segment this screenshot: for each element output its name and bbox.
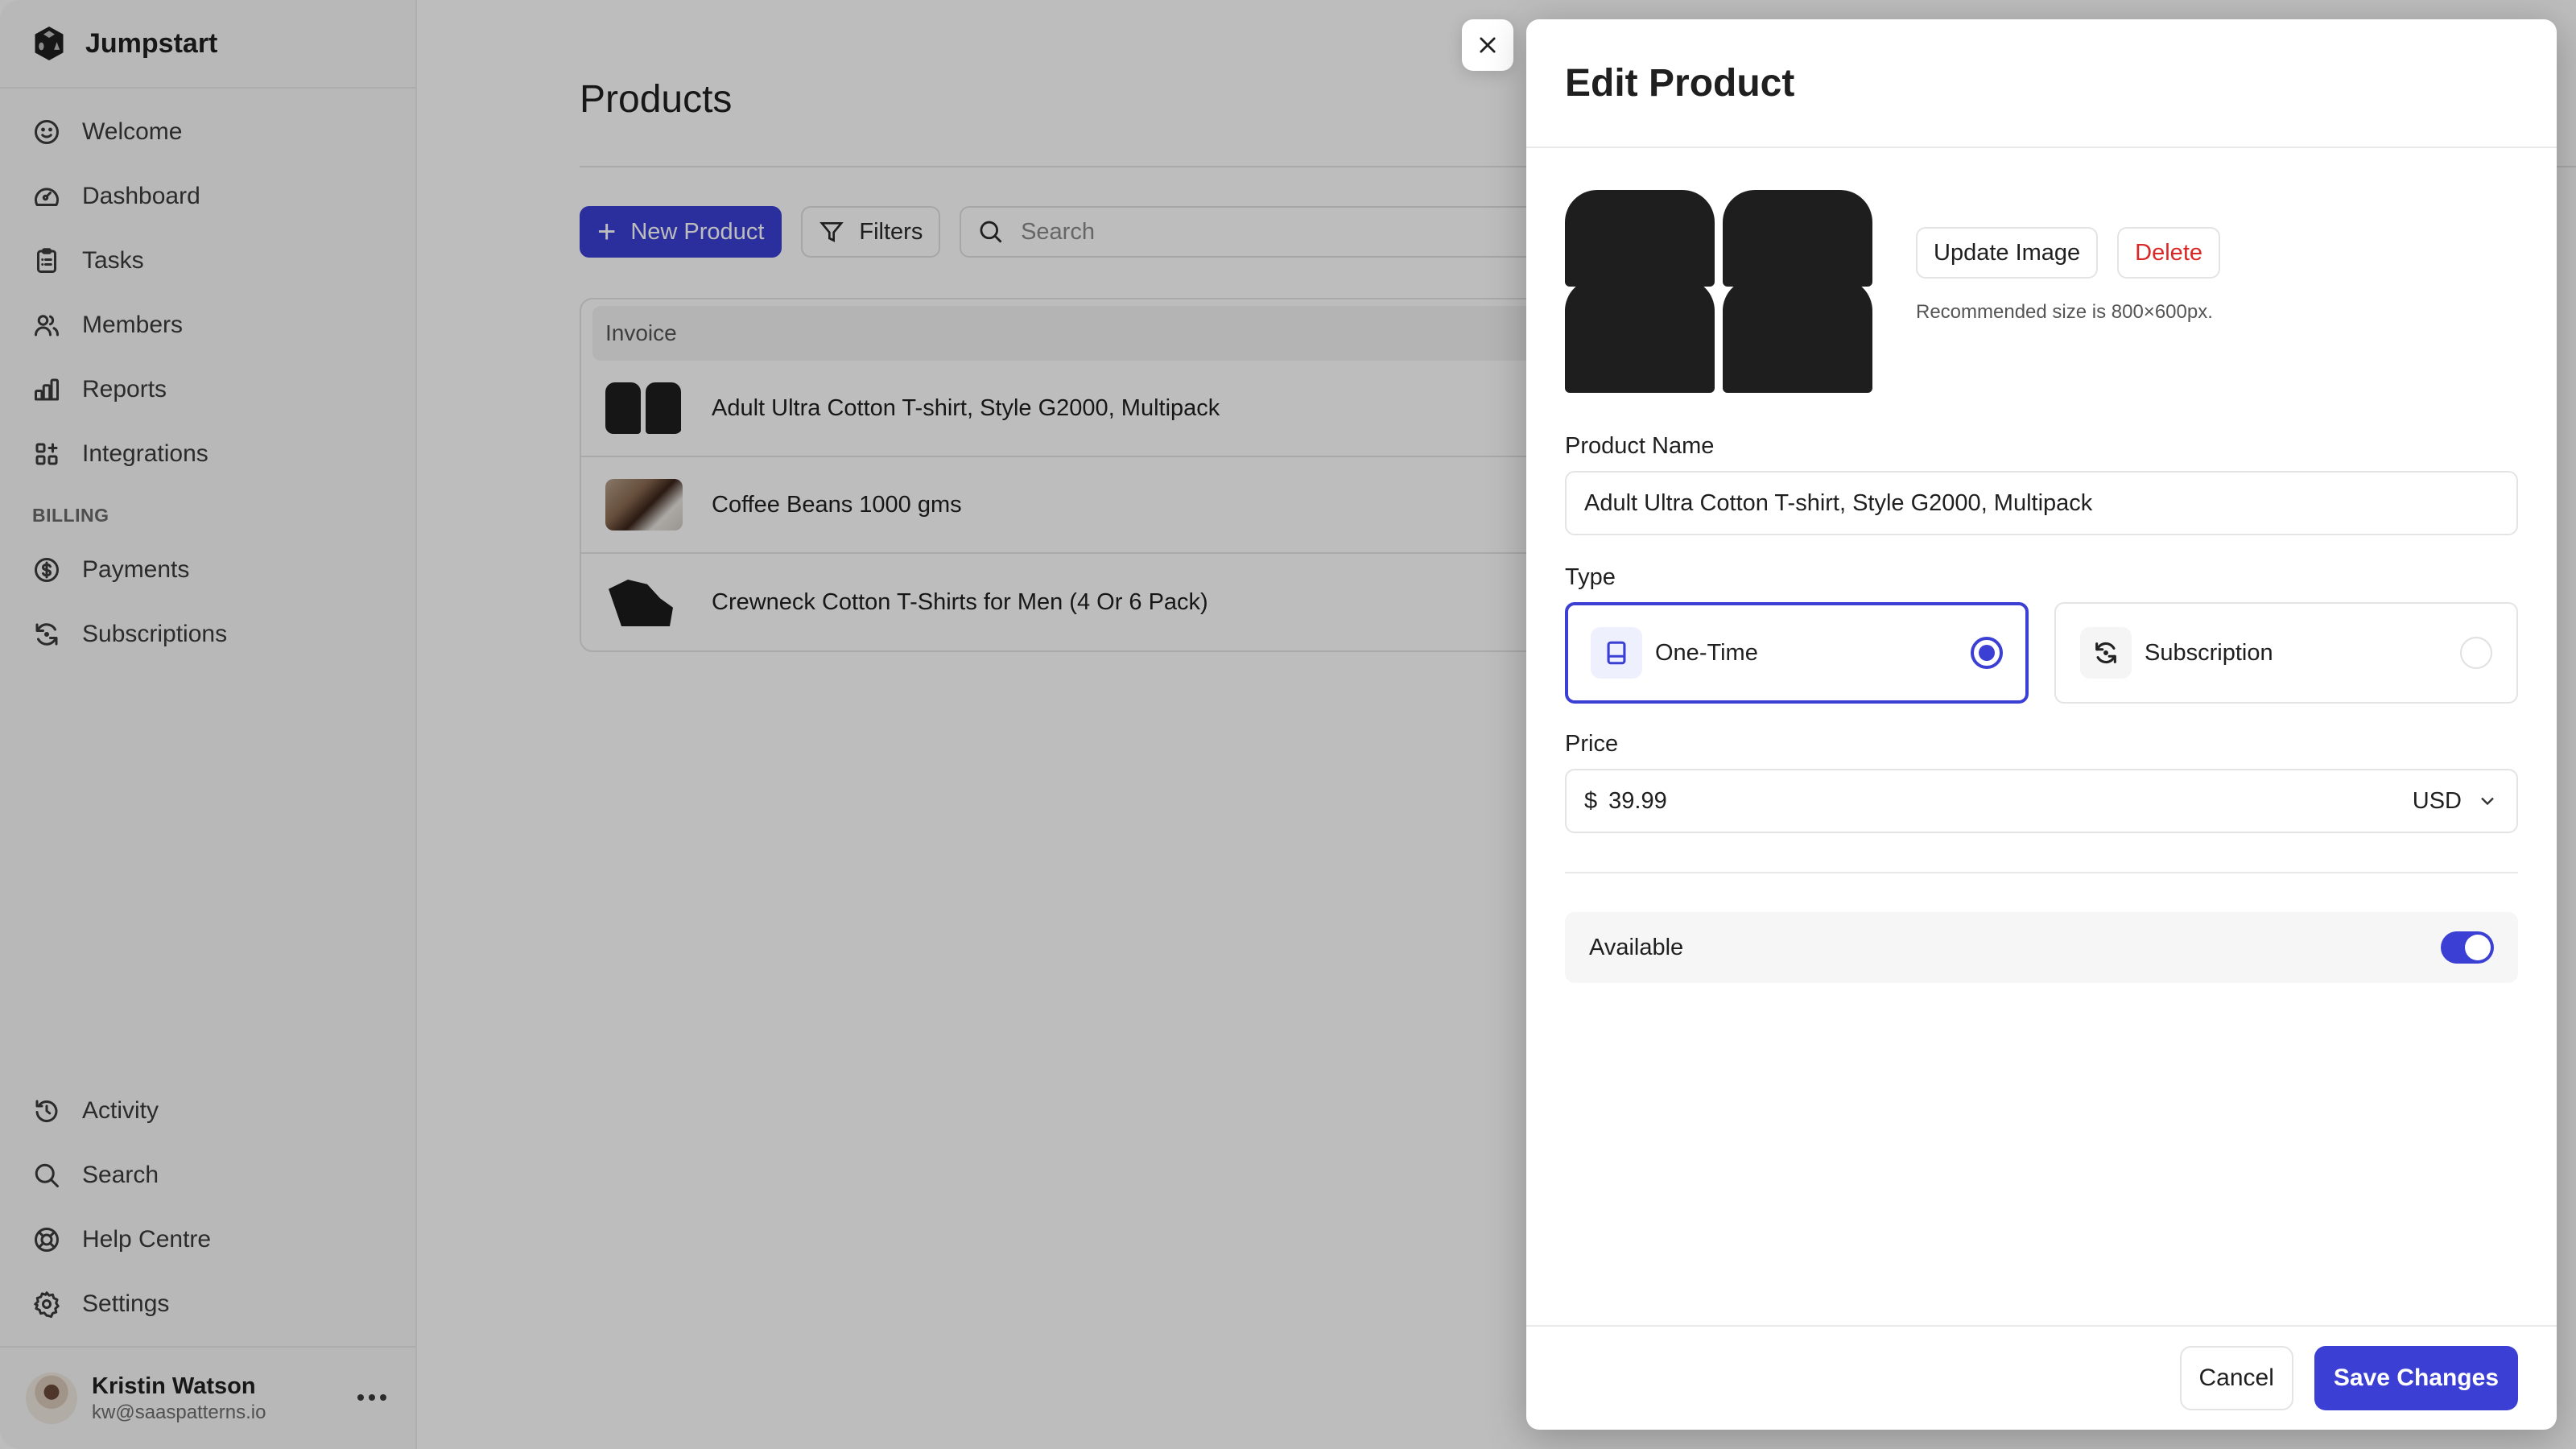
price-label: Price	[1565, 731, 1619, 757]
update-image-button[interactable]: Update Image	[1916, 227, 2099, 279]
product-name-field[interactable]	[1565, 471, 2518, 535]
section-divider	[1565, 872, 2518, 873]
type-icon-wrap	[2080, 627, 2132, 679]
type-option-label: One-Time	[1655, 639, 1758, 666]
type-option-one-time[interactable]: One-Time	[1565, 602, 2029, 704]
radio-unselected[interactable]	[2460, 637, 2492, 669]
currency-select[interactable]: USD	[2413, 788, 2499, 815]
panel-header: Edit Product	[1526, 19, 2557, 148]
price-field[interactable]: $ USD	[1565, 769, 2518, 833]
edit-product-panel: Edit Product Update Image Delete Recomme…	[1526, 19, 2557, 1430]
currency-symbol: $	[1584, 787, 1598, 814]
available-toggle[interactable]	[2441, 931, 2494, 964]
panel-title: Edit Product	[1565, 61, 1795, 105]
close-icon	[1480, 37, 1496, 53]
product-image	[1565, 190, 1876, 393]
type-options: One-Time Subscription	[1565, 602, 2518, 704]
currency-value: USD	[2412, 787, 2462, 814]
panel-body: Update Image Delete Recommended size is …	[1526, 190, 2557, 983]
available-label: Available	[1589, 934, 1684, 960]
availability-row: Available	[1565, 912, 2518, 983]
chevron-down-icon	[2481, 797, 2494, 806]
close-panel-button[interactable]	[1462, 19, 1513, 71]
panel-footer: Cancel Save Changes	[1526, 1325, 2557, 1430]
type-option-subscription[interactable]: Subscription	[2054, 602, 2518, 704]
price-input[interactable]	[1608, 787, 2413, 815]
one-time-icon	[1607, 641, 1626, 665]
type-icon-wrap	[1591, 627, 1642, 679]
image-size-hint: Recommended size is 800×600px.	[1916, 301, 2213, 323]
save-changes-button[interactable]: Save Changes	[2314, 1346, 2518, 1410]
product-name-input[interactable]	[1584, 489, 2499, 517]
delete-image-button[interactable]: Delete	[2117, 227, 2220, 279]
type-option-label: Subscription	[2145, 639, 2273, 666]
radio-selected[interactable]	[1971, 637, 2003, 669]
image-actions: Update Image Delete Recommended size is …	[1916, 227, 2220, 324]
refresh-icon	[2095, 642, 2116, 664]
cancel-button[interactable]: Cancel	[2179, 1346, 2293, 1410]
image-section: Update Image Delete Recommended size is …	[1565, 190, 2518, 393]
type-label: Type	[1565, 564, 1616, 590]
product-name-label: Product Name	[1565, 433, 1715, 459]
